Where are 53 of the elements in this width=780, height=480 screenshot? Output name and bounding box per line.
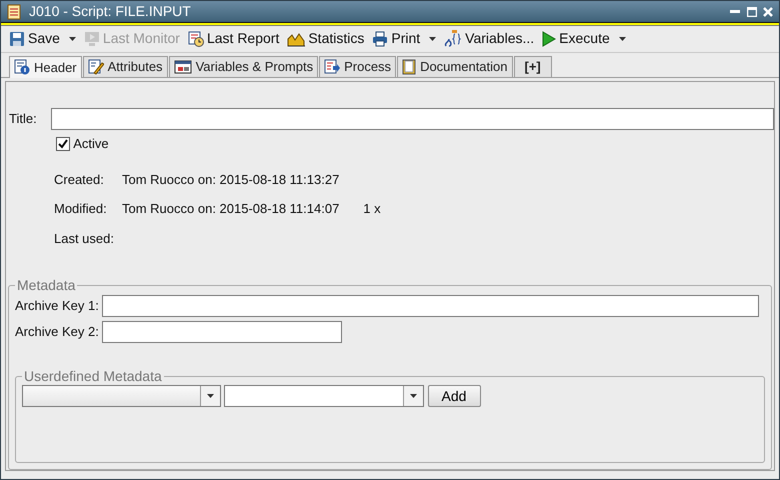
tab[interactable]: Process: [319, 56, 396, 77]
tab[interactable]: Variables & Prompts: [168, 56, 318, 77]
info-label: Modified:: [54, 200, 108, 218]
title-field[interactable]: [50, 108, 774, 130]
window-title: J010 - Script: FILE.INPUT: [29, 2, 191, 22]
printer-icon: [372, 30, 388, 47]
group-title: Userdefined Metadata: [23, 369, 163, 383]
toolbar-button[interactable]: Last Report: [188, 28, 280, 50]
dropdown[interactable]: [22, 385, 221, 407]
window-grid-icon: [174, 58, 192, 75]
add-button[interactable]: Add: [428, 385, 480, 407]
caret-icon: [618, 36, 626, 41]
area-chart-icon: [287, 30, 306, 47]
archive-key-field[interactable]: [102, 295, 760, 317]
count-text: 1 x: [363, 200, 381, 218]
caret-icon: [207, 394, 214, 398]
document-pencil-icon: [88, 58, 104, 75]
toolbar-button[interactable]: Variables...: [444, 28, 534, 50]
toolbar-button[interactable]: Statistics: [287, 28, 364, 50]
info-label: Created:: [54, 170, 105, 188]
tab[interactable]: Header: [9, 56, 82, 78]
caret-icon: [410, 394, 418, 398]
toolbar-button[interactable]: Print: [372, 28, 436, 50]
checkbox-label: Active: [73, 135, 109, 153]
maximize-icon: [746, 6, 756, 17]
check-icon: [58, 138, 68, 149]
info-value: Tom Ruocco on: 2015-08-18 11:13:27: [122, 170, 340, 188]
dropdown[interactable]: [224, 385, 424, 407]
field-label: Archive Key 1:: [15, 297, 99, 316]
tab[interactable]: Attributes: [82, 56, 168, 77]
field-label: Archive Key 2:: [15, 323, 99, 342]
minimize-icon: [730, 10, 740, 14]
checkbox[interactable]: [56, 136, 70, 151]
info-label: Last used:: [54, 230, 115, 248]
caret-icon: [68, 36, 76, 41]
play-icon: [542, 30, 556, 47]
ampersand-brace-icon: [444, 30, 462, 48]
monitor-icon: [84, 30, 100, 47]
group-title: Metadata: [16, 278, 76, 292]
close-icon: [763, 6, 773, 17]
toolbar-button[interactable]: Execute: [542, 28, 626, 50]
report-clock-icon: [188, 30, 204, 47]
field-label: Title:: [9, 110, 37, 128]
save-button[interactable]: Save: [9, 28, 76, 50]
app-document-icon: [7, 4, 21, 20]
tab[interactable]: [+]: [514, 56, 552, 77]
tab[interactable]: Documentation: [397, 56, 513, 77]
document-arrow-icon: [324, 58, 340, 75]
archive-key-field[interactable]: [102, 321, 342, 343]
book-icon: [402, 58, 416, 75]
document-info-icon: [14, 59, 30, 76]
info-value: Tom Ruocco on: 2015-08-18 11:14:07: [122, 200, 340, 218]
caret-icon: [429, 36, 436, 41]
